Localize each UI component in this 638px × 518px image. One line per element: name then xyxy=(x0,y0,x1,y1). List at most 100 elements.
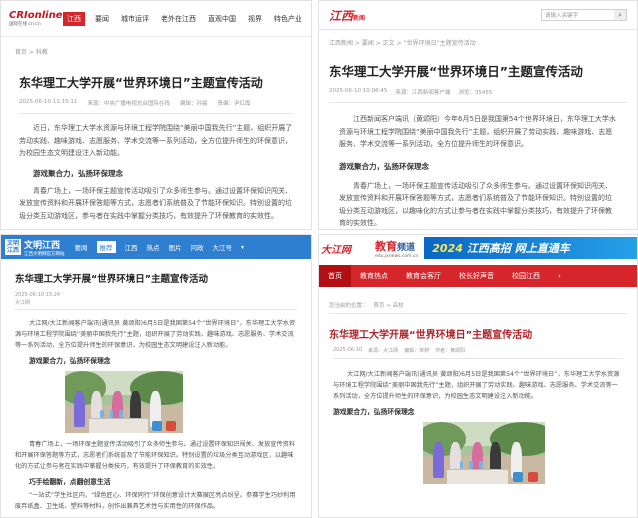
breadcrumb: 您当前的位置： 首页 > 高校 xyxy=(319,287,637,313)
subheading: 游戏聚合力，弘扬环保理念 xyxy=(333,408,415,416)
wenming-logo-text: 文明江西 江西文明网官方网站 xyxy=(24,238,65,257)
nav-item-active[interactable]: 推荐 xyxy=(96,241,116,253)
views: 浏览：35455 xyxy=(458,90,493,96)
activity-photo xyxy=(65,371,183,433)
edu-url: edu.jxnews.com.cn xyxy=(375,253,419,259)
paragraph: “一站式”学生社区内，“绿色匠心、环保同行”环保创意设计大赛展区亮点纷呈。参赛学… xyxy=(15,492,296,510)
wenming-logo[interactable]: 文明 江西 文明江西 江西文明网官方网站 xyxy=(5,238,65,257)
paragraph: 青春广场上，一场环保主题宣传活动吸引了众多师生参与。通过设置环保知识闯关、发放宣… xyxy=(19,186,292,220)
paragraph: 大江网/大江新闻客户端讯(通讯员 黄颂阳)6月5日是我国第54个“世界环境日”，… xyxy=(15,320,296,349)
reviewer: 责编：尹红霞 xyxy=(217,101,251,107)
nav-item[interactable]: 江西 xyxy=(125,242,138,252)
photo-bottle xyxy=(119,410,123,418)
subheading: 巧手绘翻新，点翻创意生活 xyxy=(29,478,111,486)
article-meta: 2025-06-10 10:06:45 来源：江西新闻客户端 浏览：35455 xyxy=(319,88,637,102)
nav-item[interactable]: 城市运评 xyxy=(121,14,149,24)
edu-channel-logo[interactable]: 教育频道 edu.jxnews.com.cn xyxy=(375,238,418,259)
nav-item[interactable]: 热点 xyxy=(147,242,160,252)
region-tag[interactable]: 江西 xyxy=(63,11,85,26)
photo-bottle xyxy=(469,461,474,469)
breadcrumb[interactable]: 首页 > 科教 xyxy=(1,37,311,60)
photo-table xyxy=(447,468,509,484)
breadcrumb[interactable]: 江西新闻 > 要闻 > 正文 > “世界环境日”主题宣传活动 xyxy=(319,30,637,51)
nav-item[interactable]: 要闻 xyxy=(95,14,109,24)
edu-logo-suffix: 频道 xyxy=(397,242,416,253)
timestamp: 2025-06-10 11:15:11 xyxy=(19,99,78,105)
edu-logo-main: 教育 xyxy=(375,239,397,253)
photo-person xyxy=(74,390,86,427)
article-body: 近日，东华理工大学水资源与环境工程学院围绕“美丽中国我先行”主题，组织开展了劳动… xyxy=(1,114,311,229)
search-icon[interactable]: ⌕ xyxy=(614,10,626,20)
paragraph: 青春广场上，一场环保主题宣传活动吸引了众多师生参与。通过设置环保知识闯关、发放宣… xyxy=(339,181,612,228)
dajiang-banner: 大江网 教育频道 edu.jxnews.com.cn 2024 江西高招 网上直… xyxy=(319,235,637,261)
editor: 编辑：孙晨 xyxy=(179,101,208,107)
editor: 编辑：宋婷 xyxy=(404,348,430,354)
gaokao-banner[interactable]: 2024 江西高招 网上直通车 xyxy=(424,237,637,259)
article-body: 大江网/大江新闻客户端讯(通讯员 黄颂阳)6月5日是我国第54个“世界环境日”，… xyxy=(1,310,311,512)
nav-item[interactable]: 大江号 xyxy=(213,242,233,252)
chevron-right-icon[interactable]: › xyxy=(549,265,570,287)
menu-item[interactable]: 校长好声音 xyxy=(450,265,503,287)
banner-text: 江西高招 网上直通车 xyxy=(466,242,570,255)
article-meta: 2025-06-10 来源：大江网 编辑：宋婷 作者：黄颂阳 xyxy=(319,347,637,358)
source: 大江网 xyxy=(15,300,31,306)
photo-bottle xyxy=(109,410,114,418)
nav-item[interactable]: 视界 xyxy=(248,14,262,24)
article-meta: 2025-06-10 11:15:11 来源：中央广播电视总台国际在线 编辑：孙… xyxy=(1,99,311,113)
wenming-nav: 要闻 推荐 江西 热点 图片 问政 大江号 ▾ xyxy=(75,241,244,253)
nav-item[interactable]: 特色产业 xyxy=(274,14,302,24)
paragraph: 青春广场上，一场环保主题宣传活动吸引了众多师生参与。通过设置环保知识闯关、发放宣… xyxy=(15,441,296,470)
menu-item[interactable]: 教育会客厅 xyxy=(397,265,450,287)
menu-item[interactable]: 教育热点 xyxy=(351,265,397,287)
nav-item[interactable]: 问政 xyxy=(191,242,204,252)
paragraph: 江西新闻客户端讯（黄颂阳）今年6月5日是我国第54个世界环境日，东华理工大学水资… xyxy=(339,115,616,148)
activity-photo xyxy=(423,422,545,484)
search-input[interactable]: 请输入关键字 ⌕ xyxy=(541,9,627,21)
wenming-article-panel: 文明 江西 文明江西 江西文明网官方网站 要闻 推荐 江西 热点 图片 问政 大… xyxy=(0,234,312,518)
article-meta: 2025-06-10 15:24 大江网 xyxy=(1,291,311,309)
wenming-header: 文明 江西 文明江西 江西文明网官方网站 要闻 推荐 江西 热点 图片 问政 大… xyxy=(1,235,311,259)
edu-menu: 首页 教育热点 教育会客厅 校长好声音 校园江西 › xyxy=(319,265,637,287)
nav-item[interactable]: 图片 xyxy=(169,242,182,252)
nav-item[interactable]: 直观中国 xyxy=(208,14,236,24)
article-title: 东华理工大学开展“世界环境日”主题宣传活动 xyxy=(329,330,533,341)
cri-logo[interactable]: CRIonline 国际在线 cri.cn xyxy=(9,10,63,27)
timestamp: 2025-06-10 xyxy=(333,347,363,353)
search-placeholder: 请输入关键字 xyxy=(545,13,579,19)
subheading: 游戏聚合力，弘扬环保理念 xyxy=(29,357,111,365)
jxnews-logo[interactable]: 江西新闻 xyxy=(329,7,365,24)
wenming-logo-box: 文明 江西 xyxy=(5,239,22,255)
source: 来源：江西新闻客户端 xyxy=(395,90,451,96)
photo-bottle xyxy=(459,461,464,469)
photo-bottle xyxy=(479,461,483,469)
chevron-down-icon[interactable]: ▾ xyxy=(241,244,244,251)
timestamp: 2025-06-10 10:06:45 xyxy=(329,88,388,94)
photo-bucket xyxy=(527,471,538,482)
banner-year: 2024 xyxy=(432,241,463,255)
article-title: 东华理工大学开展“世界环境日”主题宣传活动 xyxy=(19,76,263,90)
logo-box-top: 文明 xyxy=(7,240,20,247)
nav-item[interactable]: 要闻 xyxy=(75,242,88,252)
breadcrumb-path[interactable]: 首页 > 高校 xyxy=(374,301,404,309)
jxnews-article-panel: 江西新闻 请输入关键字 ⌕ 江西新闻 > 要闻 > 正文 > “世界环境日”主题… xyxy=(318,0,638,230)
dajiang-logo[interactable]: 大江网 xyxy=(321,241,369,256)
cri-article-panel: CRIonline 国际在线 cri.cn 江西 要闻 城市运评 老外在江西 直… xyxy=(0,0,312,230)
article-title: 东华理工大学开展“世界环境日”主题宣传活动 xyxy=(329,64,583,79)
photo-bottle xyxy=(100,410,104,418)
nav-item[interactable]: 老外在江西 xyxy=(161,14,196,24)
breadcrumb-label: 您当前的位置： xyxy=(329,303,368,309)
cri-header: CRIonline 国际在线 cri.cn 江西 要闻 城市运评 老外在江西 直… xyxy=(1,1,311,37)
menu-item-active[interactable]: 首页 xyxy=(319,265,351,287)
menu-item[interactable]: 校园江西 xyxy=(503,265,549,287)
photo-person xyxy=(432,441,444,478)
article-body: 大江网/大江新闻客户端讯(通讯员 黄颂阳)6月5日是我国第54个“世界环境日”，… xyxy=(319,359,637,484)
cri-logo-sub: 国际在线 cri.cn xyxy=(9,22,41,27)
paragraph: 近日，东华理工大学水资源与环境工程学院围绕“美丽中国我先行”主题，组织开展了劳动… xyxy=(19,124,293,157)
subheading: 游戏聚合力，弘扬环保理念 xyxy=(33,168,123,178)
timestamp: 2025-06-10 15:24 xyxy=(15,292,61,298)
subheading: 游戏聚合力，弘扬环保理念 xyxy=(339,161,429,171)
cri-logo-text: CRIonline xyxy=(9,10,63,21)
dajiang-edu-article-panel: 大江网 教育频道 edu.jxnews.com.cn 2024 江西高招 网上直… xyxy=(318,234,638,518)
article-body: 江西新闻客户端讯（黄颂阳）今年6月5日是我国第54个世界环境日，东华理工大学水资… xyxy=(319,103,637,229)
cri-nav: 要闻 城市运评 老外在江西 直观中国 视界 特色产业 xyxy=(95,14,302,24)
